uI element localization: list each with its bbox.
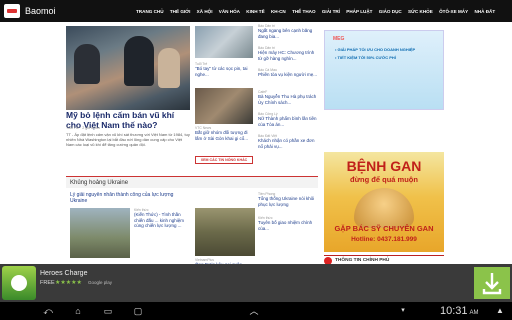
- story-title[interactable]: Bà Nguyễn Thu Hà phụ trách Ủy Chính sách…: [258, 94, 318, 105]
- nav-item[interactable]: XÃ HỘI: [197, 9, 213, 14]
- story-item[interactable]: CafeF Bà Nguyễn Thu Hà phụ trách Ủy Chính…: [258, 90, 318, 105]
- story-item[interactable]: Báo Dân trí Ngắt ngang bên cạnh băng đang…: [258, 24, 318, 39]
- story-item[interactable]: Tuổi Trẻ "Bó tay" từ các sọc pin, tai ng…: [195, 62, 253, 77]
- baomoi-logo-icon: [4, 4, 20, 18]
- nav-item[interactable]: KINH TẾ: [246, 9, 264, 14]
- ad-app-title: Heroes Charge: [40, 270, 88, 277]
- home-icon[interactable]: ⌂: [70, 306, 86, 316]
- nav-item[interactable]: TRANG CHỦ: [136, 9, 164, 14]
- app-ad-banner[interactable]: Heroes Charge FREE ★★★★★ Google play: [0, 264, 512, 302]
- nav-item[interactable]: ÔTÔ-XE MÁY: [439, 9, 468, 14]
- hero-source: Tuổi Trẻ · 2 giờ trước: [66, 126, 101, 130]
- story-title[interactable]: Hiện máy HC: Chương trình từ gỡ hàng ngh…: [258, 50, 318, 61]
- nav-item[interactable]: SỨC KHỎE: [408, 9, 433, 14]
- nav-item[interactable]: PHÁP LUẬT: [346, 9, 372, 14]
- hero-description: TT - Áp đặt lệnh cấm vận vũ khí sát thươ…: [66, 132, 190, 148]
- clock-time: 10:31: [440, 305, 468, 317]
- story-item[interactable]: Tiền Phong Tổng thống Ukraine nói khôi ph…: [258, 192, 318, 207]
- ad-headline: BỆNH GAN: [346, 158, 422, 174]
- ad-line: • GIẢI PHÁP TỐI ƯU CHO DOANH NGHIỆP: [335, 47, 416, 52]
- clock-ampm: AM: [469, 310, 479, 316]
- nav-item[interactable]: GIÁO DỤC: [379, 9, 402, 14]
- ad-brand: MEG: [333, 36, 345, 42]
- screenshot-icon[interactable]: ▢: [130, 306, 146, 316]
- nav-item[interactable]: THỂ THAO: [292, 9, 315, 14]
- clock: 10:31 AM: [440, 305, 479, 317]
- hero-image[interactable]: [66, 26, 190, 110]
- vinaphone-ad[interactable]: MEG • GIẢI PHÁP TỐI ƯU CHO DOANH NGHIỆP …: [324, 30, 444, 110]
- section-lead[interactable]: Lý giải nguyên nhân thành công của lực l…: [70, 192, 190, 204]
- download-icon: [482, 273, 502, 295]
- soldier-thumbnail[interactable]: [195, 208, 255, 256]
- chevron-up-icon[interactable]: ︿: [246, 306, 262, 316]
- notification-icon: ▾: [401, 307, 405, 314]
- section-lead-title[interactable]: Lý giải nguyên nhân thành công của lực l…: [70, 192, 190, 204]
- system-bar: ⤺ ⌂ ▭ ▢ ︿ ▾ 10:31 AM ▲: [0, 302, 512, 320]
- wifi-icon: ▲: [496, 306, 504, 315]
- story-item[interactable]: Báo Dân trí Hiện máy HC: Chương trình từ …: [258, 46, 318, 61]
- section-header: Khủng hoảng Ukraine: [66, 176, 318, 188]
- story-title[interactable]: (Kiến Thức) - Tình thần chiến đấu ... ki…: [134, 212, 190, 229]
- app-name: Baomoi: [25, 6, 56, 16]
- story-item[interactable]: Báo Công Lý Nữ Thành phẩm bình lần tiên c…: [258, 112, 318, 127]
- hero-figure: [158, 48, 180, 88]
- more-news-button[interactable]: XEM CÁC TIN NÓNG KHÁC: [195, 156, 253, 164]
- nav-item[interactable]: GIẢI TRÍ: [322, 9, 340, 14]
- story-title[interactable]: Phiên tòa vụ kiện người mẹ...: [258, 72, 318, 78]
- game-icon: [2, 266, 36, 300]
- hero-figure: [74, 44, 100, 84]
- story-thumbnail[interactable]: [195, 88, 253, 124]
- liver-ad[interactable]: BỆNH GAN đừng để quá muộn GẶP BÁC SỸ CHU…: [324, 152, 444, 252]
- ad-rating: ★★★★★: [55, 280, 82, 286]
- ad-line: • TIẾT KIỆM TỚI 50% CƯỚC PHÍ: [335, 55, 396, 60]
- section-title[interactable]: Khủng hoảng Ukraine: [70, 180, 128, 186]
- story-item[interactable]: VTC News Bắt giữ nhóm đối tượng đi lấm ở…: [195, 126, 253, 141]
- back-icon[interactable]: ⤺: [40, 306, 56, 316]
- story-title[interactable]: Ngắt ngang bên cạnh băng đang bia...: [258, 28, 318, 39]
- nav-item[interactable]: THẾ GIỚI: [170, 9, 191, 14]
- news-content: Mỹ bỏ lệnh cấm bán vũ khí cho Việt Nam t…: [0, 22, 512, 273]
- story-title[interactable]: Bắt giữ nhóm đối tượng đi lấm ở Sài Gòn …: [195, 130, 253, 141]
- story-item[interactable]: Kiến thức Tuyên bố giao nhiệm chính của..…: [258, 216, 318, 231]
- story-item[interactable]: Báo Đất Việt Khách nhận có phần xe đơn nổ…: [258, 134, 318, 149]
- top-nav-bar: Baomoi TRANG CHỦ THẾ GIỚI XÃ HỘI VĂN HÓA KIN…: [0, 0, 512, 22]
- app-root: Baomoi TRANG CHỦ THẾ GIỚI XÃ HỘI VĂN HÓA KIN…: [0, 0, 512, 320]
- nav-item[interactable]: KH-CN: [271, 9, 286, 14]
- gov-info-title: THÔNG TIN CHÍNH PHỦ: [335, 258, 390, 263]
- ad-price: FREE: [40, 280, 55, 286]
- story-title[interactable]: Khách nhận có phần xe đơn nổ phải vụ...: [258, 138, 318, 149]
- hero-figure: [124, 36, 154, 86]
- nav-item[interactable]: VĂN HÓA: [219, 9, 240, 14]
- nav-item[interactable]: NHÀ ĐẤT: [474, 9, 495, 14]
- story-thumbnail[interactable]: [195, 26, 253, 58]
- ad-cta: GẶP BÁC SỸ CHUYÊN GAN: [334, 224, 434, 233]
- download-button[interactable]: [474, 267, 510, 299]
- category-nav: TRANG CHỦ THẾ GIỚI XÃ HỘI VĂN HÓA KINH TẾ KH-…: [136, 0, 501, 22]
- google-play-label: Google play: [88, 280, 113, 285]
- story-title[interactable]: Tổng thống Ukraine nói khôi phục lực lượ…: [258, 196, 318, 207]
- story-item[interactable]: Báo Cà Mau Phiên tòa vụ kiện người mẹ...: [258, 68, 318, 78]
- ad-hotline: Hotline: 0437.181.999: [351, 236, 417, 243]
- ad-subheadline: đừng để quá muộn: [350, 175, 418, 184]
- logo[interactable]: Baomoi: [0, 0, 136, 22]
- ad-illustration: [354, 188, 414, 228]
- story-title[interactable]: "Bó tay" từ các sọc pin, tai nghe...: [195, 66, 253, 77]
- story-item[interactable]: Kiến thức (Kiến Thức) - Tình thần chiến đ…: [134, 208, 190, 229]
- story-title[interactable]: Nữ Thành phẩm bình lần tiên của Tòa án..…: [258, 116, 318, 127]
- tank-thumbnail[interactable]: [70, 208, 130, 258]
- story-title[interactable]: Tuyên bố giao nhiệm chính của...: [258, 220, 318, 231]
- recent-apps-icon[interactable]: ▭: [100, 306, 116, 316]
